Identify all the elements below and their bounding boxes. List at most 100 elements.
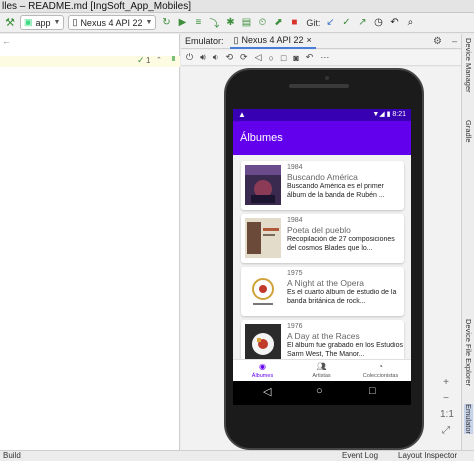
apply-changes-icon[interactable]: ≡ <box>192 17 204 29</box>
coverage-icon[interactable]: ▤ <box>240 17 252 29</box>
android-status-bar: ▲ ▼◢ ▮ 8:21 <box>233 109 411 121</box>
apply-code-changes-icon[interactable]: ⤵ <box>208 17 220 30</box>
hide-icon[interactable]: – <box>452 36 457 46</box>
git-update-icon[interactable]: ↙ <box>324 17 336 29</box>
power-icon[interactable]: ⏻ <box>186 52 193 63</box>
home-icon[interactable]: ○ <box>268 53 273 63</box>
album-title: Poeta del pueblo <box>287 225 351 235</box>
album-year: 1984 <box>287 164 303 171</box>
layout-inspector-button[interactable]: Layout Inspector <box>398 451 457 461</box>
zoom-out-icon[interactable]: − <box>440 393 452 405</box>
refresh-icon[interactable]: ↻ <box>160 17 172 29</box>
camera-icon[interactable]: ◙ <box>293 53 298 63</box>
git-label: Git: <box>306 17 321 28</box>
actual-size-icon[interactable]: 1:1 <box>440 409 454 421</box>
ide-status-bar: Build Event Log Layout Inspector <box>0 450 474 461</box>
run-icon[interactable]: ▶ <box>176 17 188 29</box>
nav-albums[interactable]: ◉ Álbumes <box>233 360 292 382</box>
app-bar-title: Álbumes <box>233 121 411 155</box>
emulator-tab[interactable]: ▯ Nexus 4 API 22 × <box>229 34 316 49</box>
chevron-up-icon[interactable]: ⌃ <box>156 56 162 64</box>
album-description: El álbum fue grabado en los Estudios Sar… <box>287 342 403 358</box>
check-icon: ✓ <box>137 55 145 65</box>
home-icon[interactable]: ○ <box>316 385 323 397</box>
gear-icon[interactable]: ⚙ <box>433 36 442 47</box>
volume-up-icon[interactable]: 🔊︎ <box>200 52 206 63</box>
emulator-tab-label: Nexus 4 API 22 <box>241 35 304 45</box>
close-icon[interactable]: × <box>307 35 312 45</box>
emulator-header: Emulator: ▯ Nexus 4 API 22 × ⚙ – <box>181 34 461 49</box>
nav-albums-label: Álbumes <box>251 373 274 379</box>
album-title: A Night at the Opera <box>287 278 365 288</box>
album-description: Recopilación de 27 composiciones del cos… <box>287 236 395 252</box>
android-icon: ▣ <box>24 17 33 27</box>
status-right: ▼◢ ▮ 8:21 <box>372 111 406 118</box>
zoom-in-icon[interactable]: + <box>440 377 452 389</box>
undo-icon[interactable]: ↶ <box>306 52 314 63</box>
device-select[interactable]: ▯ Nexus 4 API 22 ▼ <box>68 15 157 30</box>
front-camera <box>325 76 329 80</box>
album-title: Buscando América <box>287 172 358 182</box>
album-card[interactable]: 1984 Poeta del pueblo Recopilación de 27… <box>241 214 404 263</box>
rotate-left-icon[interactable]: ⟲ <box>225 52 233 63</box>
back-icon[interactable]: ◁ <box>255 52 262 63</box>
chevron-down-icon: ▼ <box>53 19 61 26</box>
debug-icon[interactable]: ✱ <box>224 17 236 29</box>
gradle-tab[interactable]: Gradle <box>464 120 473 143</box>
scroll-marker <box>172 56 175 61</box>
arrow-left-icon[interactable]: ← <box>2 36 11 46</box>
run-config-label: app <box>35 17 51 28</box>
device-manager-tab[interactable]: Device Manager <box>464 38 473 93</box>
nav-artists[interactable]: 👥︎ Artistas <box>292 360 351 382</box>
album-list[interactable]: 1984 Buscando América Buscando América e… <box>233 155 411 372</box>
stop-icon[interactable]: ■ <box>288 17 300 29</box>
window-title: lles – README.md [IngSoft_App_Mobiles] <box>0 0 474 13</box>
more-icon[interactable]: ⋯ <box>320 52 329 63</box>
android-nav-bar: ◁ ○ □ <box>233 381 411 405</box>
album-year: 1975 <box>287 270 303 277</box>
volume-down-icon[interactable]: 🔉︎ <box>213 52 219 63</box>
overview-icon[interactable]: □ <box>281 53 286 63</box>
back-icon[interactable]: ◁ <box>263 385 271 398</box>
right-tool-strip: Device Manager Gradle Device File Explor… <box>461 34 474 450</box>
device-screen[interactable]: ▲ ▼◢ ▮ 8:21 Álbumes 1984 Buscando Améric… <box>233 109 411 405</box>
phone-icon: ▯ <box>72 17 78 27</box>
album-card[interactable]: 1984 Buscando América Buscando América e… <box>241 161 404 210</box>
overview-icon[interactable]: □ <box>369 385 376 397</box>
build-tab[interactable]: Build <box>3 451 21 461</box>
attach-debugger-icon[interactable]: ⬈ <box>272 17 284 29</box>
event-log-button[interactable]: Event Log <box>342 451 378 461</box>
warning-icon: ▲ <box>238 110 246 119</box>
profile-icon[interactable]: ⏲ <box>256 17 268 29</box>
nav-collectors-label: Coleccionistas <box>362 373 399 379</box>
git-commit-icon[interactable]: ✓ <box>340 17 352 29</box>
nav-artists-label: Artistas <box>312 373 331 379</box>
build-hammer-icon[interactable]: ⚒ <box>4 16 16 29</box>
run-config-select[interactable]: ▣ app ▼ <box>20 15 65 30</box>
inspection-count: 1 <box>146 56 151 65</box>
rollback-icon[interactable]: ↶ <box>388 17 400 29</box>
search-icon[interactable]: ⌕ <box>404 17 416 29</box>
album-cover <box>245 324 281 364</box>
album-cover <box>245 165 281 205</box>
clock: 8:21 <box>392 111 406 118</box>
editor-pane[interactable]: ← ✓ 1 ⌃ <box>0 34 180 450</box>
collector-icon: ◔ <box>378 362 383 371</box>
nav-collectors[interactable]: ◔ Coleccionistas <box>351 360 410 382</box>
album-card[interactable]: 1975 A Night at the Opera Es el cuarto á… <box>241 267 404 316</box>
album-description: Es el cuarto álbum de estudio de la band… <box>287 289 397 305</box>
emulator-panel-label: Emulator: <box>185 36 224 46</box>
main-toolbar: ⚒ ▣ app ▼ ▯ Nexus 4 API 22 ▼ ↻ ▶ ≡ ⤵ ✱ ▤… <box>0 13 474 33</box>
album-icon: ◉ <box>259 362 266 371</box>
git-push-icon[interactable]: ↗ <box>356 17 368 29</box>
history-icon[interactable]: ◷ <box>372 17 384 29</box>
people-icon: 👥︎ <box>316 362 327 371</box>
rotate-right-icon[interactable]: ⟳ <box>240 52 248 63</box>
speaker-grille <box>289 84 349 88</box>
album-year: 1984 <box>287 217 303 224</box>
current-line-highlight <box>0 56 180 67</box>
emulator-controls: ⏻ 🔊︎ 🔉︎ ⟲ ⟳ ◁ ○ □ ◙ ↶ ⋯ <box>181 50 461 66</box>
device-file-explorer-tab[interactable]: Device File Explorer <box>464 319 473 386</box>
fit-screen-icon[interactable]: ⤢ <box>440 425 452 437</box>
emulator-tool-tab[interactable]: Emulator <box>464 404 473 435</box>
